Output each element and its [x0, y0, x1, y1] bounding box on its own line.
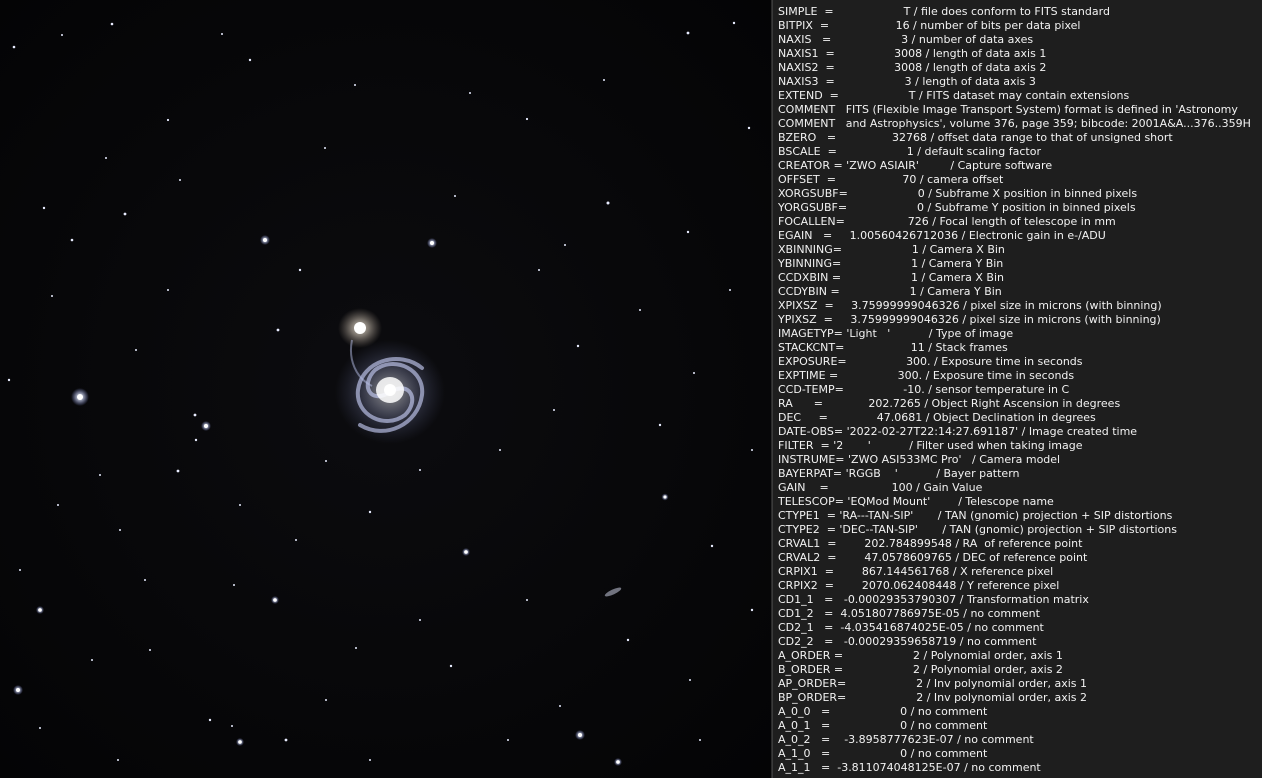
- header-line: CCD-TEMP= -10. / sensor temperature in C: [778, 383, 1070, 396]
- galaxy-image: [0, 0, 772, 778]
- header-line: NAXIS1 = 3008 / length of data axis 1: [778, 47, 1047, 60]
- header-line: DEC = 47.0681 / Object Declination in de…: [778, 411, 1096, 424]
- header-line: A_0_0 = 0 / no comment: [778, 705, 988, 718]
- header-line: A_1_1 = -3.811074048125E-07 / no comment: [778, 761, 1041, 774]
- header-line: CTYPE1 = 'RA---TAN-SIP' / TAN (gnomic) p…: [778, 509, 1173, 522]
- header-line: COMMENT FITS (Flexible Image Transport S…: [778, 103, 1238, 116]
- header-line: NAXIS2 = 3008 / length of data axis 2: [778, 61, 1047, 74]
- header-line: EXPOSURE= 300. / Exposure time in second…: [778, 355, 1083, 368]
- header-line: EXTEND = T / FITS dataset may contain ex…: [778, 89, 1130, 102]
- header-line: CD1_1 = -0.00029353790307 / Transformati…: [778, 593, 1089, 606]
- header-line: SIMPLE = T / file does conform to FITS s…: [778, 5, 1110, 18]
- header-line: EXPTIME = 300. / Exposure time in second…: [778, 369, 1075, 382]
- header-line: DATE-OBS= '2022-02-27T22:14:27.691187' /…: [778, 425, 1138, 438]
- header-line: NAXIS = 3 / number of data axes: [778, 33, 1034, 46]
- header-line: CCDYBIN = 1 / Camera Y Bin: [778, 285, 1002, 298]
- header-line: CD1_2 = 4.051807786975E-05 / no comment: [778, 607, 1040, 620]
- header-line: XORGSUBF= 0 / Subframe X position in bin…: [778, 187, 1138, 200]
- header-line: XPIXSZ = 3.75999999046326 / pixel size i…: [778, 299, 1162, 312]
- header-line: CRPIX2 = 2070.062408448 / Y reference pi…: [778, 579, 1060, 592]
- header-line: EGAIN = 1.00560426712036 / Electronic ga…: [778, 229, 1106, 242]
- header-line: A_0_2 = -3.8958777623E-07 / no comment: [778, 733, 1034, 746]
- fits-header-panel[interactable]: SIMPLE = T / file does conform to FITS s…: [772, 0, 1262, 778]
- header-line: IMAGETYP= 'Light ' / Type of image: [778, 327, 1014, 340]
- header-line: XBINNING= 1 / Camera X Bin: [778, 243, 1005, 256]
- star-field-icon: [7, 21, 754, 766]
- header-line: B_ORDER = 2 / Polynomial order, axis 2: [778, 663, 1063, 676]
- header-line: COMMENT and Astrophysics', volume 376, p…: [778, 117, 1251, 130]
- header-line: A_ORDER = 2 / Polynomial order, axis 1: [778, 649, 1063, 662]
- header-line: NAXIS3 = 3 / length of data axis 3: [778, 75, 1036, 88]
- header-line: AP_ORDER= 2 / Inv polynomial order, axis…: [778, 677, 1087, 690]
- header-line: RA = 202.7265 / Object Right Ascension i…: [778, 397, 1121, 410]
- header-line: BAYERPAT= 'RGGB ' / Bayer pattern: [778, 467, 1020, 480]
- header-line: CCDXBIN = 1 / Camera X Bin: [778, 271, 1004, 284]
- header-line: FILTER = '2 ' / Filter used when taking …: [778, 439, 1083, 452]
- header-line: FOCALLEN= 726 / Focal length of telescop…: [778, 215, 1116, 228]
- header-line: BSCALE = 1 / default scaling factor: [778, 145, 1041, 158]
- header-line: GAIN = 100 / Gain Value: [778, 481, 983, 494]
- header-line: TELESCOP= 'EQMod Mount' / Telescope name: [778, 495, 1054, 508]
- header-line: CRVAL2 = 47.0578609765 / DEC of referenc…: [778, 551, 1088, 564]
- header-line: STACKCNT= 11 / Stack frames: [778, 341, 1008, 354]
- header-line: A_1_0 = 0 / no comment: [778, 747, 988, 760]
- header-line: BITPIX = 16 / number of bits per data pi…: [778, 19, 1081, 32]
- fits-header-list: SIMPLE = T / file does conform to FITS s…: [773, 0, 1262, 775]
- header-line: A_0_1 = 0 / no comment: [778, 719, 988, 732]
- header-line: YPIXSZ = 3.75999999046326 / pixel size i…: [778, 313, 1161, 326]
- header-line: CRVAL1 = 202.784899548 / RA of reference…: [778, 537, 1083, 550]
- header-line: CD2_2 = -0.00029359658719 / no comment: [778, 635, 1037, 648]
- header-line: YBINNING= 1 / Camera Y Bin: [778, 257, 1004, 270]
- header-line: CD2_1 = -4.035416874025E-05 / no comment: [778, 621, 1044, 634]
- header-line: CREATOR = 'ZWO ASIAIR' / Capture softwar…: [778, 159, 1053, 172]
- header-line: BP_ORDER= 2 / Inv polynomial order, axis…: [778, 691, 1088, 704]
- header-line: OFFSET = 70 / camera offset: [778, 173, 1004, 186]
- header-line: CTYPE2 = 'DEC--TAN-SIP' / TAN (gnomic) p…: [778, 523, 1177, 536]
- header-line: YORGSUBF= 0 / Subframe Y position in bin…: [778, 201, 1136, 214]
- header-line: INSTRUME= 'ZWO ASI533MC Pro' / Camera mo…: [778, 453, 1061, 466]
- header-line: BZERO = 32768 / offset data range to tha…: [778, 131, 1173, 144]
- header-line: CRPIX1 = 867.144561768 / X reference pix…: [778, 565, 1054, 578]
